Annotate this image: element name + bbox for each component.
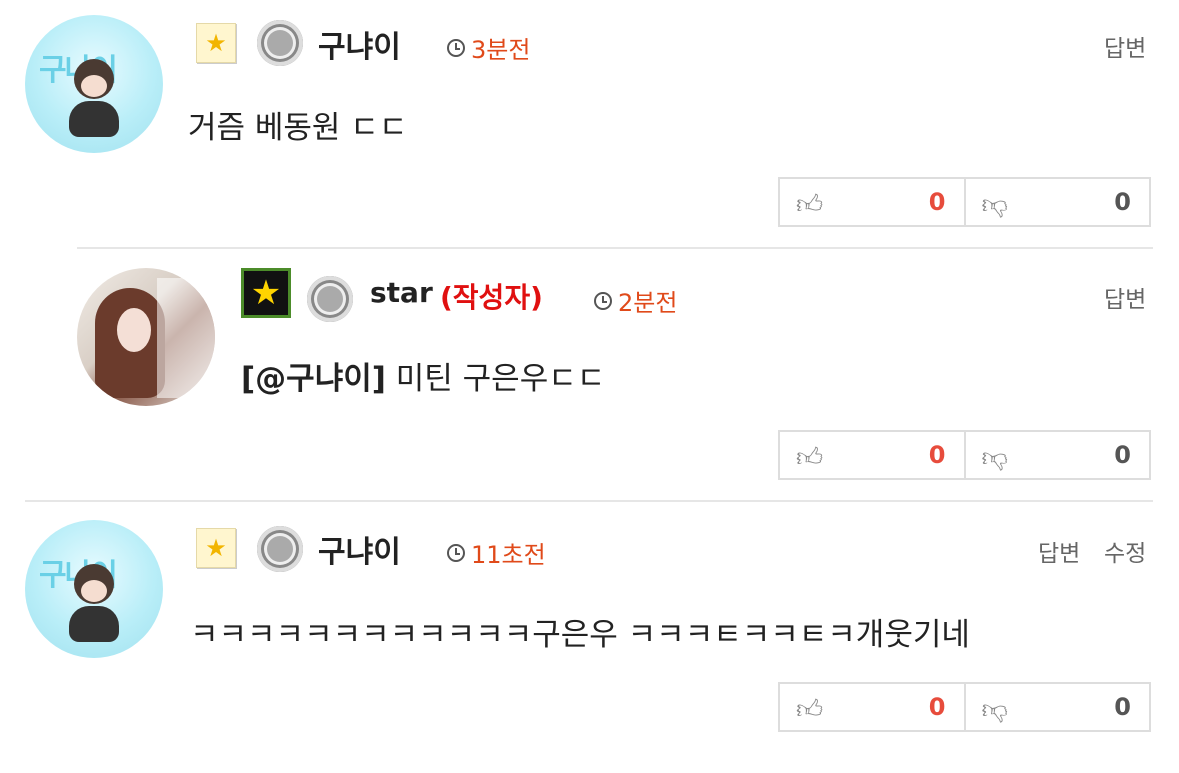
time-label: 11초전 xyxy=(471,541,546,569)
level-star-icon: ★ xyxy=(196,23,236,63)
reply-button[interactable]: 답변 xyxy=(1038,534,1080,568)
comment-item: 구냐이 ★ 구냐이 3분전 답변 거즘 베동원 ㄷㄷ 👍︎ 0 👎︎ 0 xyxy=(0,0,1179,248)
like-button[interactable]: 👍︎ 0 xyxy=(780,684,964,730)
avatar[interactable]: 구냐이 xyxy=(25,520,163,658)
thumbs-down-icon: 👎︎ xyxy=(981,695,1008,725)
vote-box: 👍︎ 0 👎︎ 0 xyxy=(778,430,1151,480)
timestamp: 2분전 xyxy=(594,283,677,318)
comment-text: ㅋㅋㅋㅋㅋㅋㅋㅋㅋㅋㅋㅋ구은우 ㅋㅋㅋㅌㅋㅋㅌㅋ개웃기네 xyxy=(190,617,970,653)
medal-icon xyxy=(257,526,303,572)
dislike-button[interactable]: 👎︎ 0 xyxy=(963,432,1150,478)
dislike-count: 0 xyxy=(1114,693,1131,721)
nickname[interactable]: 구냐이 xyxy=(318,22,401,66)
comment-text: [@구냐이] 미틴 구은우ㄷㄷ xyxy=(241,353,605,398)
timestamp: 11초전 xyxy=(447,535,546,570)
timestamp: 3분전 xyxy=(447,30,530,65)
author-tag: (작성자) xyxy=(440,281,543,314)
like-count: 0 xyxy=(928,188,946,216)
dislike-count: 0 xyxy=(1114,441,1131,469)
avatar-art xyxy=(81,580,107,602)
thumbs-up-icon: 👍︎ xyxy=(796,695,824,725)
medal-icon xyxy=(257,20,303,66)
like-count: 0 xyxy=(928,693,946,721)
avatar-art xyxy=(117,308,151,352)
avatar-art xyxy=(157,278,215,398)
vote-box: 👍︎ 0 👎︎ 0 xyxy=(778,177,1151,227)
comment-item: 구냐이 ★ 구냐이 11초전 답변 수정 ㅋㅋㅋㅋㅋㅋㅋㅋㅋㅋㅋㅋ구은우 ㅋㅋㅋ… xyxy=(0,503,1179,773)
edit-button[interactable]: 수정 xyxy=(1104,534,1146,568)
dislike-count: 0 xyxy=(1114,188,1131,216)
avatar-art xyxy=(69,101,119,137)
like-button[interactable]: 👍︎ 0 xyxy=(780,432,964,478)
dislike-button[interactable]: 👎︎ 0 xyxy=(963,179,1150,225)
nickname[interactable]: star xyxy=(370,276,433,309)
divider xyxy=(77,247,1153,249)
divider xyxy=(25,500,1153,502)
comment-body: 미틴 구은우ㄷㄷ xyxy=(395,361,606,397)
avatar[interactable]: 구냐이 xyxy=(25,15,163,153)
avatar-art xyxy=(81,75,107,97)
thumbs-down-icon: 👎︎ xyxy=(981,190,1008,220)
time-label: 3분전 xyxy=(471,36,531,64)
avatar-art xyxy=(69,606,119,642)
clock-icon xyxy=(447,543,465,562)
reply-button[interactable]: 답변 xyxy=(1104,280,1146,314)
comment-text: 거즘 베동원 ㄷㄷ xyxy=(188,110,408,146)
clock-icon xyxy=(594,291,612,310)
medal-icon xyxy=(307,276,353,322)
clock-icon xyxy=(447,38,465,57)
thumbs-up-icon: 👍︎ xyxy=(796,190,824,220)
time-label: 2분전 xyxy=(618,289,678,317)
level-star-icon: ★ xyxy=(241,268,291,318)
like-button[interactable]: 👍︎ 0 xyxy=(780,179,964,225)
dislike-button[interactable]: 👎︎ 0 xyxy=(963,684,1150,730)
like-count: 0 xyxy=(928,441,946,469)
avatar[interactable] xyxy=(77,268,215,406)
reply-button[interactable]: 답변 xyxy=(1104,29,1146,63)
vote-box: 👍︎ 0 👎︎ 0 xyxy=(778,682,1151,732)
level-star-icon: ★ xyxy=(196,528,236,568)
mention-link[interactable]: [@구냐이] xyxy=(241,361,386,397)
thumbs-up-icon: 👍︎ xyxy=(796,443,824,473)
comment-item: ★ star (작성자) 2분전 답변 [@구냐이] 미틴 구은우ㄷㄷ 👍︎ 0… xyxy=(0,250,1179,500)
nickname[interactable]: 구냐이 xyxy=(318,527,401,571)
thumbs-down-icon: 👎︎ xyxy=(981,443,1008,473)
